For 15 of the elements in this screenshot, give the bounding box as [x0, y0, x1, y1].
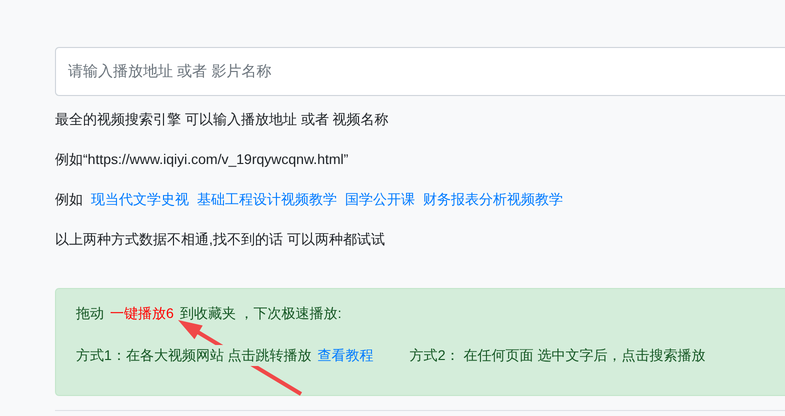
example-link[interactable]: 财务报表分析视频教学 — [423, 189, 563, 210]
note-text: 以上两种方式数据不相通,找不到的话 可以两种都试试 — [55, 230, 386, 249]
example-link[interactable]: 国学公开课 — [345, 189, 415, 210]
drag-text: 拖动 — [76, 304, 104, 323]
intro-text: 最全的视频搜索引擎 可以输入播放地址 或者 视频名称 — [55, 110, 390, 129]
method-text: 方式2： 在任何页面 选中文字后，点击搜索播放 — [410, 346, 706, 365]
bookmark-hint-text: 到收藏夹 ，下次极速播放: — [180, 304, 342, 323]
method-text: 方式1：在各大视频网站 点击跳转播放 — [76, 345, 312, 366]
example-link[interactable]: 现当代文学史视 — [91, 189, 189, 210]
tutorial-link[interactable]: 查看教程 — [318, 345, 374, 366]
bookmark-link[interactable]: 一键播放6 — [110, 303, 174, 324]
search-field[interactable]: 请输入播放地址 或者 影片名称 — [55, 47, 785, 96]
example-label: 例如 — [55, 190, 83, 209]
example-url-text: 例如“https://www.iqiyi.com/v_19rqywcqnw.html” — [55, 150, 350, 169]
example-link[interactable]: 基础工程设计视频教学 — [197, 189, 337, 210]
